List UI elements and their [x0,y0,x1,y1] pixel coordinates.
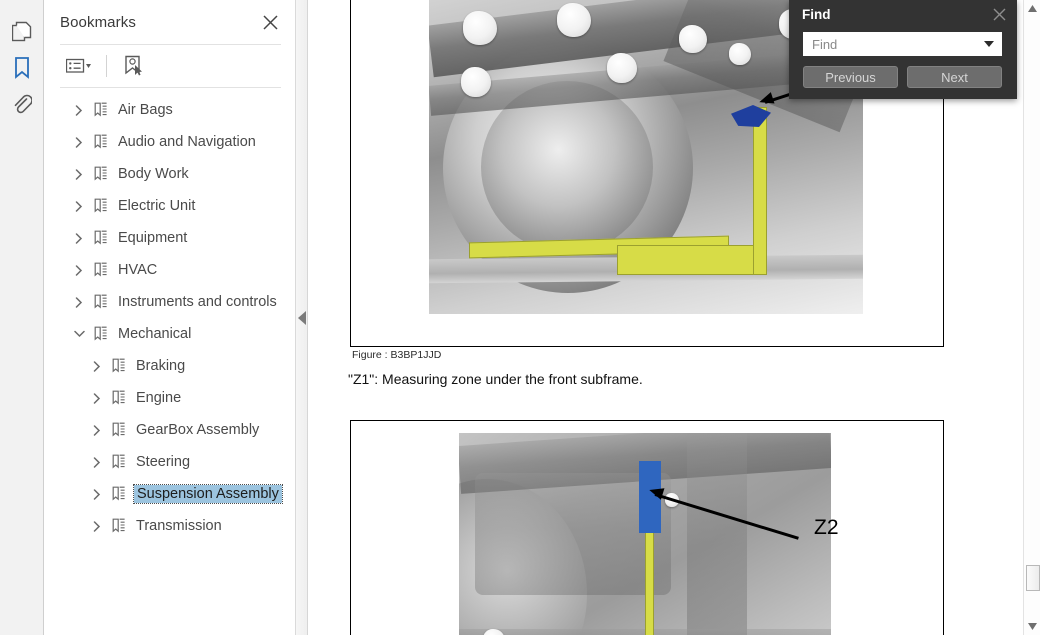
bookmark-item-audio-and-navigation[interactable]: Audio and Navigation [44,126,295,158]
chevron-right-icon[interactable] [70,261,88,279]
bookmark-item-transmission[interactable]: Transmission [44,510,295,542]
bookmark-item-instruments-and-controls[interactable]: Instruments and controls [44,286,295,318]
chevron-right-icon[interactable] [70,101,88,119]
new-bookmark-icon[interactable] [117,52,151,80]
bookmark-node-icon [94,166,110,182]
chevron-right-icon[interactable] [88,389,106,407]
chevron-right-icon[interactable] [70,197,88,215]
bookmark-item-label: Air Bags [118,101,173,118]
bookmark-item-electric-unit[interactable]: Electric Unit [44,190,295,222]
figure-2-callout-label: Z2 [814,516,839,539]
bookmark-item-label: Electric Unit [118,197,196,214]
chevron-right-icon[interactable] [88,453,106,471]
find-input[interactable]: Find [812,37,984,52]
bookmark-node-icon [94,262,110,278]
bookmark-item-engine[interactable]: Engine [44,382,295,414]
chevron-right-icon[interactable] [88,517,106,535]
bookmark-item-label: Instruments and controls [118,293,277,310]
bookmark-item-air-bags[interactable]: Air Bags [44,94,295,126]
bookmarks-icon[interactable] [6,52,38,84]
close-icon[interactable] [259,11,281,33]
panel-splitter[interactable] [296,0,308,635]
navigation-pane-rail [0,0,44,635]
find-dialog-buttons: Previous Next [803,66,1002,88]
pdf-viewer-window: Bookmarks Air Bags Audio and Navigation … [0,0,1040,635]
next-button[interactable]: Next [907,66,1002,88]
bookmark-item-label: Braking [136,357,186,374]
scrollbar-track[interactable] [1024,17,1040,618]
bookmark-node-icon [94,102,110,118]
bookmark-node-icon [112,518,128,534]
vertical-scrollbar[interactable] [1023,0,1040,635]
bookmark-item-label: Transmission [136,517,222,534]
chevron-right-icon[interactable] [70,229,88,247]
bookmark-node-icon [94,198,110,214]
scroll-down-icon[interactable] [1024,618,1040,635]
bookmark-node-icon [112,390,128,406]
bookmark-item-equipment[interactable]: Equipment [44,222,295,254]
bookmarks-panel-header: Bookmarks [44,0,295,44]
chevron-right-icon[interactable] [70,293,88,311]
bookmark-item-label: Engine [136,389,182,406]
scrollbar-thumb[interactable] [1026,565,1040,591]
bookmark-options-icon[interactable] [62,52,96,80]
bookmark-item-label: Steering [136,453,191,470]
close-icon[interactable] [989,4,1009,24]
scroll-up-icon[interactable] [1024,0,1040,17]
bookmark-item-suspension-assembly[interactable]: Suspension Assembly [44,478,295,510]
find-dialog-title: Find [802,6,831,22]
divider [106,55,107,77]
previous-button[interactable]: Previous [803,66,898,88]
bookmark-node-icon [112,358,128,374]
bookmark-item-steering[interactable]: Steering [44,446,295,478]
collapse-panel-icon[interactable] [298,311,306,325]
bookmark-item-label: Mechanical [118,325,192,342]
bookmark-item-label: Body Work [118,165,189,182]
bookmarks-panel: Bookmarks Air Bags Audio and Navigation … [44,0,296,635]
bookmarks-tree: Air Bags Audio and Navigation Body Work Ele… [44,88,295,542]
bookmark-node-icon [94,326,110,342]
chevron-right-icon[interactable] [88,357,106,375]
chevron-down-icon[interactable] [70,325,88,343]
chevron-right-icon[interactable] [70,133,88,151]
figure-2-photo [459,433,831,635]
bookmark-item-label: HVAC [118,261,158,278]
bookmark-item-label: GearBox Assembly [136,421,260,438]
bookmark-node-icon [112,486,128,502]
bookmark-node-icon [112,422,128,438]
bookmark-item-label: Suspension Assembly [133,483,283,505]
find-dialog-header: Find [789,0,1017,28]
bookmark-item-gearbox-assembly[interactable]: GearBox Assembly [44,414,295,446]
chevron-right-icon[interactable] [88,421,106,439]
attachments-icon[interactable] [6,88,38,120]
find-dialog[interactable]: Find Find Previous Next [789,0,1017,99]
bookmark-node-icon [94,134,110,150]
bookmark-item-label: Equipment [118,229,188,246]
bookmark-node-icon [112,454,128,470]
find-input-combobox[interactable]: Find [803,32,1002,56]
figure-1-body-text: "Z1": Measuring zone under the front sub… [348,371,643,387]
thumbnails-icon[interactable] [6,16,38,48]
bookmark-node-icon [94,230,110,246]
figure-2-frame [350,420,944,635]
bookmark-item-label: Audio and Navigation [118,133,256,150]
bookmarks-toolbar [44,45,295,87]
bookmark-item-mechanical[interactable]: Mechanical [44,318,295,350]
bookmark-item-braking[interactable]: Braking [44,350,295,382]
chevron-down-icon[interactable] [984,41,994,47]
chevron-right-icon[interactable] [70,165,88,183]
page-title: Bookmarks [60,13,136,31]
bookmark-node-icon [94,294,110,310]
figure-1-caption: Figure : B3BP1JJD [352,349,442,361]
bookmark-item-body-work[interactable]: Body Work [44,158,295,190]
chevron-right-icon[interactable] [88,485,106,503]
bookmark-item-hvac[interactable]: HVAC [44,254,295,286]
